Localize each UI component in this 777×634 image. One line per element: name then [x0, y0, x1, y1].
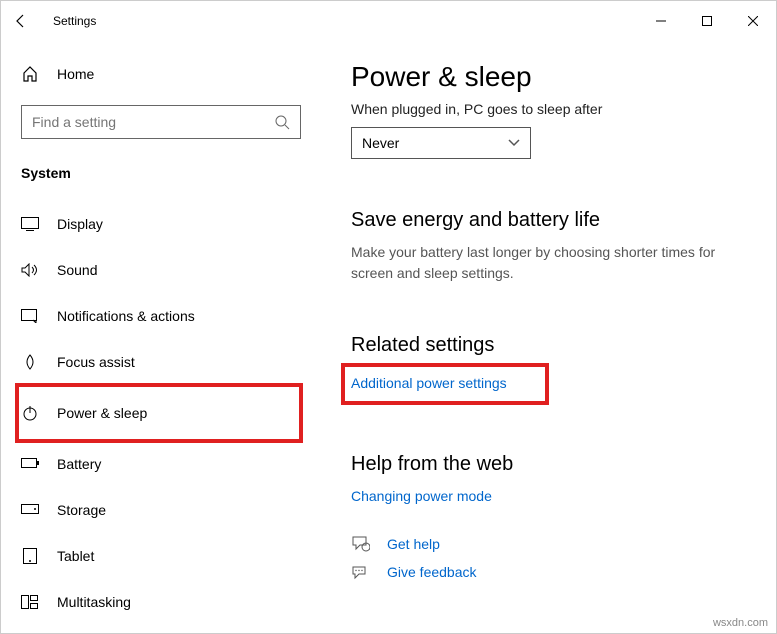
sidebar-item-label: Tablet	[57, 548, 94, 564]
titlebar: Settings	[1, 1, 776, 41]
get-help-row[interactable]: Get help	[351, 536, 746, 552]
home-icon	[21, 66, 39, 82]
dropdown-value: Never	[362, 135, 399, 151]
give-feedback-link[interactable]: Give feedback	[387, 564, 477, 580]
sidebar-item-label: Display	[57, 216, 103, 232]
close-icon	[748, 16, 758, 26]
energy-text: Make your battery last longer by choosin…	[351, 242, 731, 284]
window-title: Settings	[53, 14, 96, 28]
minimize-button[interactable]	[638, 1, 684, 41]
battery-icon	[21, 458, 39, 470]
sidebar-item-label: Focus assist	[57, 354, 135, 370]
arrow-left-icon	[13, 13, 29, 29]
give-feedback-row[interactable]: Give feedback	[351, 564, 746, 580]
power-icon	[21, 405, 39, 421]
additional-power-link-box: Additional power settings	[343, 365, 547, 403]
sidebar-item-battery[interactable]: Battery	[21, 441, 301, 487]
back-button[interactable]	[1, 1, 41, 41]
sleep-label: When plugged in, PC goes to sleep after	[351, 101, 746, 117]
home-button[interactable]: Home	[21, 51, 301, 97]
search-icon	[274, 114, 290, 130]
sidebar-item-focus-assist[interactable]: Focus assist	[21, 339, 301, 385]
close-button[interactable]	[730, 1, 776, 41]
search-field[interactable]	[32, 114, 274, 130]
main-content: Power & sleep When plugged in, PC goes t…	[321, 41, 776, 633]
sidebar-item-storage[interactable]: Storage	[21, 487, 301, 533]
storage-icon	[21, 504, 39, 516]
sidebar-item-label: Multitasking	[57, 594, 131, 610]
sidebar-item-power-sleep[interactable]: Power & sleep	[17, 385, 301, 441]
sidebar-item-notifications[interactable]: Notifications & actions	[21, 293, 301, 339]
feedback-icon	[351, 564, 371, 580]
sidebar-item-label: Storage	[57, 502, 106, 518]
minimize-icon	[656, 16, 666, 26]
section-heading: System	[21, 165, 301, 181]
home-label: Home	[57, 66, 94, 82]
chat-icon	[351, 536, 371, 552]
display-icon	[21, 217, 39, 231]
sidebar-item-multitasking[interactable]: Multitasking	[21, 579, 301, 625]
page-title: Power & sleep	[351, 61, 746, 93]
get-help-link[interactable]: Get help	[387, 536, 440, 552]
sidebar-item-sound[interactable]: Sound	[21, 247, 301, 293]
window-controls	[638, 1, 776, 41]
sidebar-item-tablet[interactable]: Tablet	[21, 533, 301, 579]
energy-heading: Save energy and battery life	[351, 209, 746, 232]
sidebar-item-label: Power & sleep	[57, 405, 147, 421]
changing-power-mode-link[interactable]: Changing power mode	[351, 488, 492, 504]
sound-icon	[21, 263, 39, 277]
help-heading: Help from the web	[351, 453, 746, 476]
sleep-dropdown[interactable]: Never	[351, 127, 531, 159]
watermark: wsxdn.com	[713, 617, 768, 629]
multitasking-icon	[21, 595, 39, 609]
maximize-button[interactable]	[684, 1, 730, 41]
search-input[interactable]	[21, 105, 301, 139]
sidebar-item-label: Battery	[57, 456, 101, 472]
maximize-icon	[702, 16, 712, 26]
sidebar: Home System Display Sound Notifications …	[1, 41, 321, 633]
related-heading: Related settings	[351, 334, 746, 357]
additional-power-link[interactable]: Additional power settings	[351, 375, 507, 391]
sidebar-item-label: Notifications & actions	[57, 308, 195, 324]
chevron-down-icon	[508, 139, 520, 147]
sidebar-item-label: Sound	[57, 262, 97, 278]
tablet-icon	[21, 548, 39, 564]
notifications-icon	[21, 309, 39, 323]
sidebar-item-display[interactable]: Display	[21, 201, 301, 247]
focus-icon	[21, 354, 39, 370]
